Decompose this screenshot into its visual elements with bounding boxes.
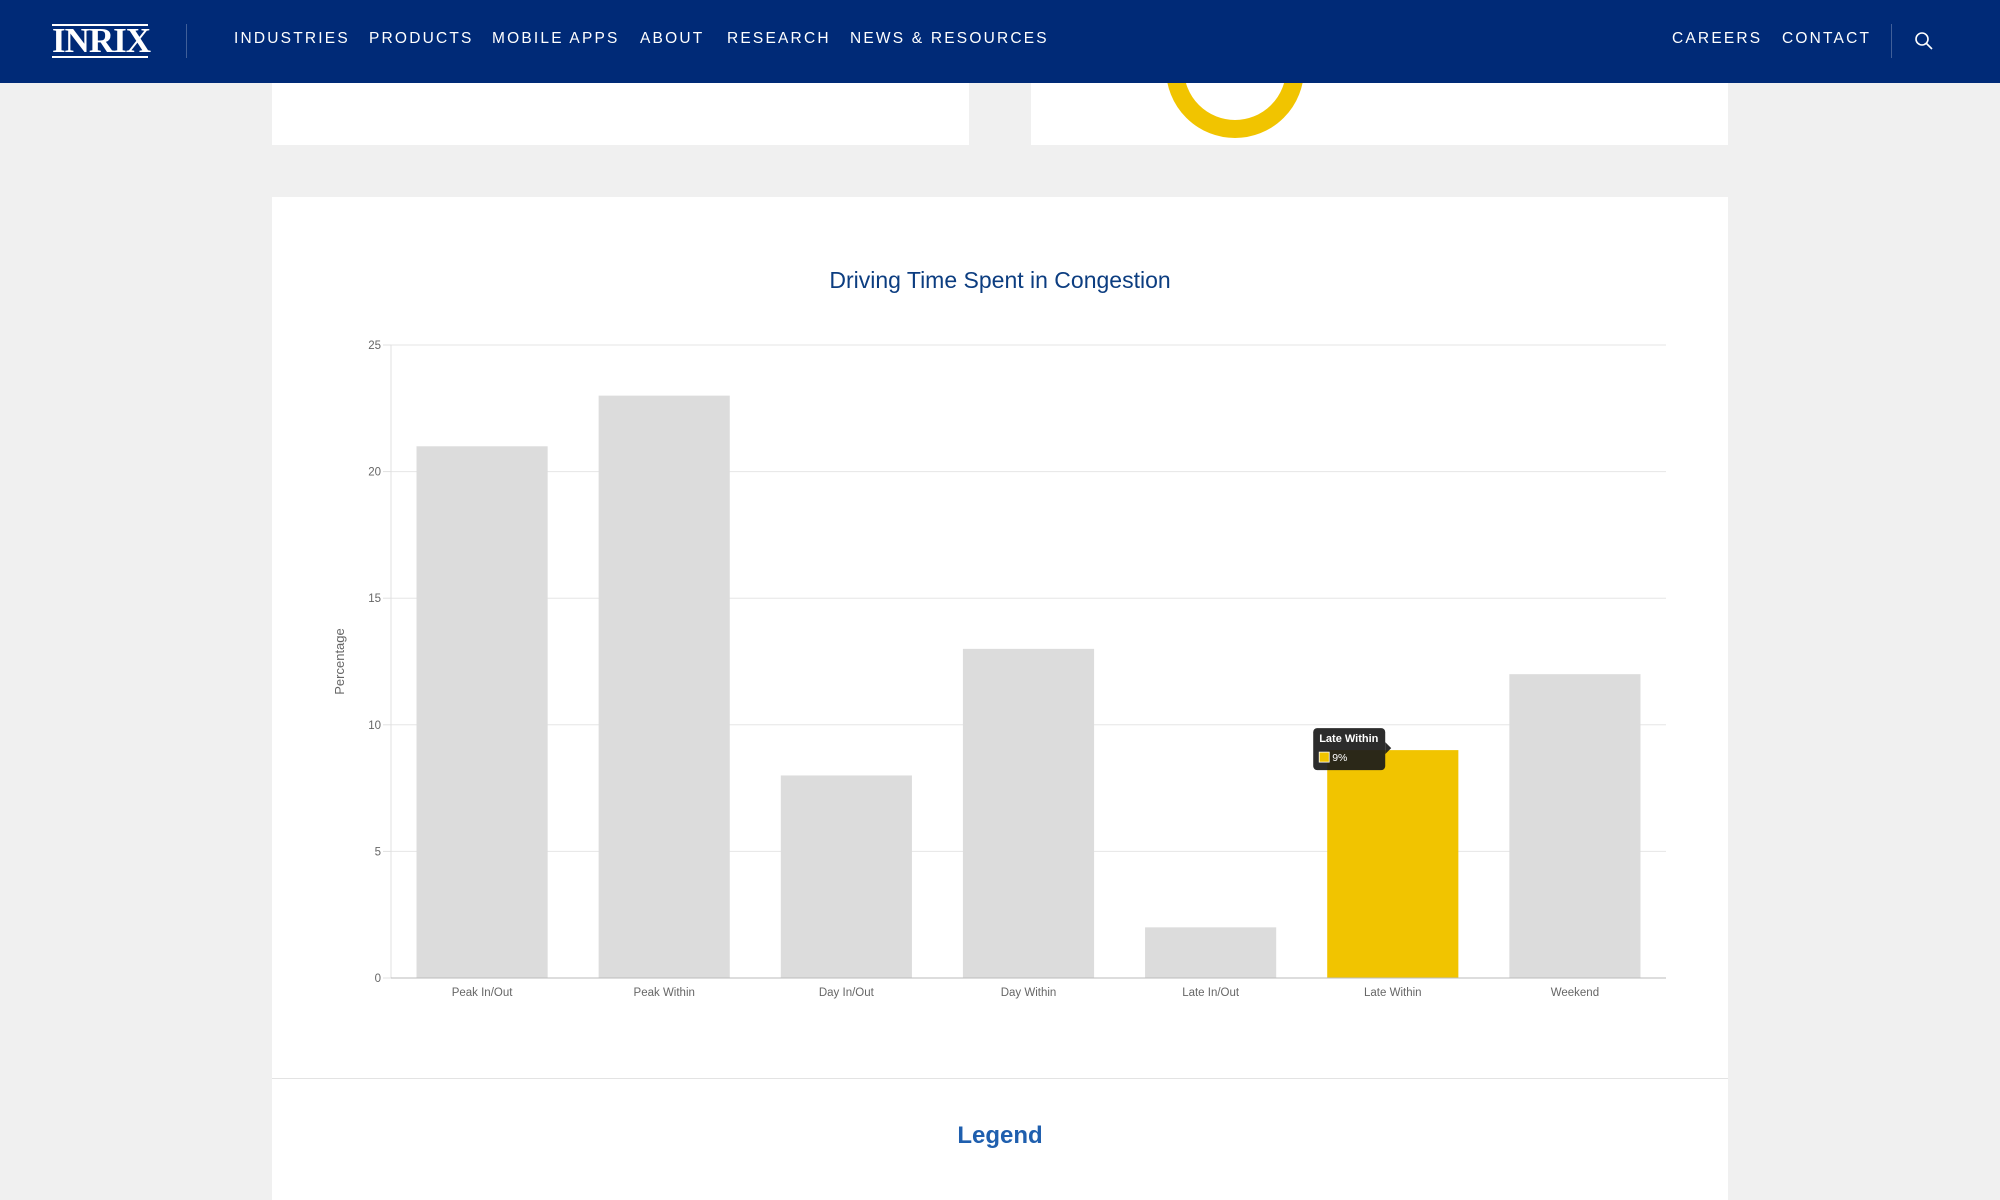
x-tick-label: Day In/Out — [819, 987, 875, 999]
nav-item-careers[interactable]: CAREERS — [1672, 30, 1762, 48]
y-tick-label: 0 — [375, 973, 381, 985]
bar-peak-in-out[interactable] — [416, 446, 548, 978]
x-tick-label: Peak Within — [634, 987, 695, 999]
bar-day-within[interactable] — [962, 648, 1095, 978]
bar-peak-within[interactable] — [598, 395, 730, 978]
bar-late-in-out[interactable] — [1145, 927, 1277, 978]
chart-card: Driving Time Spent in Congestion 0 5 10 15 2… — [272, 197, 1728, 1200]
nav-item-mobile-apps[interactable]: MOBILE APPS — [492, 30, 620, 48]
x-tick-label: Weekend — [1551, 987, 1599, 999]
x-tick-label: Late In/Out — [1182, 987, 1240, 999]
y-tick-label: 10 — [368, 720, 381, 732]
top-nav: INRIX INDUSTRIES PRODUCTS MOBILE APPS AB… — [0, 0, 2000, 83]
logo-text: INRIX — [52, 21, 151, 60]
bar-chart: 0 5 10 15 20 25 Percentage Peak In/Out Peak With… — [332, 340, 1666, 999]
nav-item-industries[interactable]: INDUSTRIES — [234, 30, 350, 48]
tooltip-swatch — [1318, 751, 1330, 763]
nav-divider — [186, 24, 187, 58]
section-divider — [272, 1078, 1728, 1079]
x-tick-label: Peak In/Out — [452, 987, 514, 999]
y-tick-label: 20 — [368, 467, 381, 479]
nav-item-research[interactable]: RESEARCH — [727, 30, 831, 48]
nav-item-contact[interactable]: CONTACT — [1782, 30, 1871, 48]
x-tick-label: Day Within — [1001, 987, 1057, 999]
stat-card-right — [1031, 83, 1728, 145]
nav-divider-right — [1891, 24, 1892, 58]
y-tick-label: 25 — [368, 340, 381, 352]
search-icon[interactable] — [1914, 31, 1934, 51]
tooltip-title: Late Within — [1319, 733, 1378, 745]
x-tick-label: Late Within — [1364, 987, 1422, 999]
bar-day-in-out[interactable] — [780, 775, 912, 978]
legend-heading: Legend — [957, 1122, 1043, 1149]
bar-late-within[interactable] — [1327, 750, 1459, 978]
stat-card-left — [272, 83, 969, 145]
y-tick-label: 5 — [375, 846, 381, 858]
nav-item-about[interactable]: ABOUT — [640, 30, 704, 48]
donut-ring-fragment — [1167, 83, 1303, 138]
inrix-logo[interactable]: INRIX — [52, 21, 151, 60]
y-axis-label: Percentage — [332, 628, 347, 695]
bar-weekend[interactable] — [1509, 674, 1641, 978]
tooltip-value: 9% — [1332, 752, 1347, 764]
nav-item-products[interactable]: PRODUCTS — [369, 30, 474, 48]
nav-item-news-resources[interactable]: NEWS & RESOURCES — [850, 30, 1049, 48]
y-tick-label: 15 — [368, 593, 381, 605]
